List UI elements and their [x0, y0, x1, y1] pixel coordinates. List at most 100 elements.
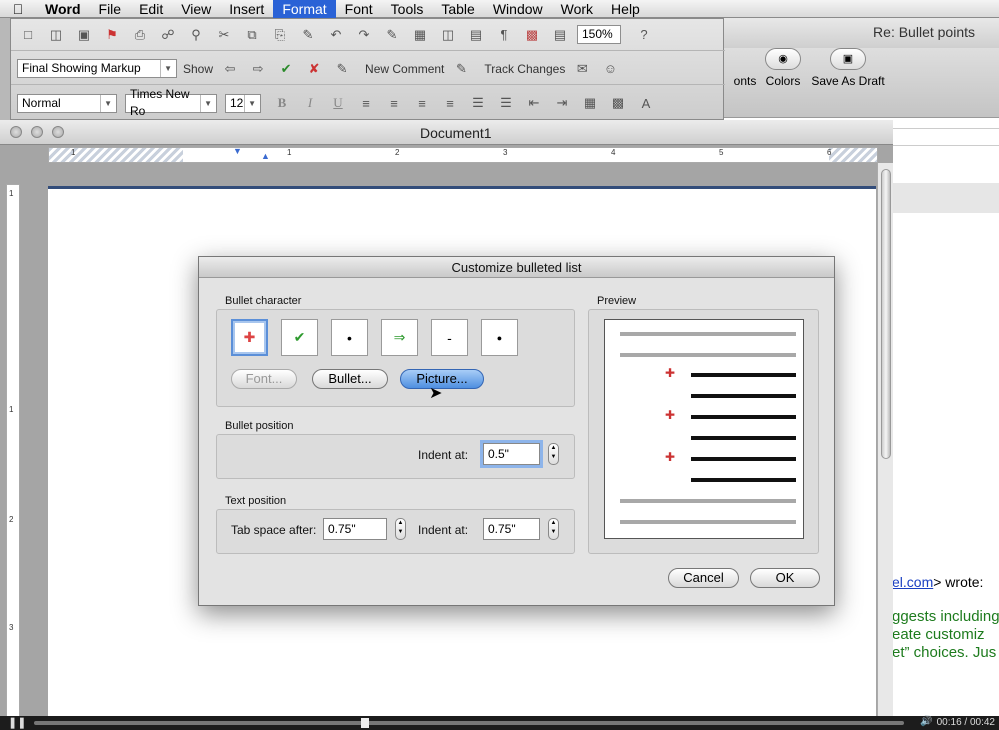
hanging-indent-marker[interactable]: ▲ — [261, 151, 270, 161]
first-line-indent-marker[interactable]: ▼ — [233, 146, 242, 156]
ok-button[interactable]: OK — [750, 568, 820, 588]
preview-bullet-icon: ✚ — [665, 408, 676, 422]
menu-table[interactable]: Table — [432, 0, 483, 18]
highlight-icon[interactable]: ▩ — [607, 93, 629, 113]
apple-menu-icon[interactable]:  — [0, 1, 36, 17]
find-icon[interactable]: ⚲ — [185, 25, 207, 45]
menu-window[interactable]: Window — [484, 0, 552, 18]
save-as-draft-button[interactable]: ▣ Save As Draft — [810, 48, 886, 88]
minimize-window-icon[interactable] — [31, 126, 43, 138]
menu-work[interactable]: Work — [552, 0, 602, 18]
format-painter-icon[interactable]: ✎ — [297, 25, 319, 45]
help-icon[interactable]: ? — [633, 25, 655, 45]
align-center-icon[interactable]: ≡ — [383, 93, 405, 113]
video-progress-knob[interactable] — [360, 718, 369, 728]
menu-insert[interactable]: Insert — [220, 0, 273, 18]
chevron-down-icon: ▼ — [200, 94, 212, 112]
menu-file[interactable]: File — [90, 0, 131, 18]
bulleted-list-icon[interactable]: ☰ — [495, 93, 517, 113]
save-icon[interactable]: ▣ — [73, 25, 95, 45]
track-changes-button[interactable]: Track Changes — [484, 62, 565, 76]
font-color-icon[interactable]: A — [635, 93, 657, 113]
print-icon[interactable]: ⎙ — [129, 25, 151, 45]
colors-button[interactable]: ◉ Colors — [760, 48, 806, 88]
bullet-option[interactable]: - — [431, 319, 468, 356]
decrease-indent-icon[interactable]: ⇤ — [523, 93, 545, 113]
font-name-select[interactable]: Times New Ro ▼ — [125, 87, 217, 118]
horizontal-ruler[interactable]: 1 1 2 3 4 5 6 ▼ ▲ — [48, 146, 878, 163]
tab-space-field[interactable]: 0.75" — [323, 518, 387, 540]
zoom-select[interactable]: 150% — [577, 25, 621, 44]
tab-space-stepper[interactable]: ▲ ▼ — [395, 518, 406, 540]
underline-button[interactable]: U — [327, 93, 349, 113]
video-progress-track[interactable] — [34, 721, 904, 725]
align-right-icon[interactable]: ≡ — [411, 93, 433, 113]
flag-icon[interactable]: ⚑ — [101, 25, 123, 45]
previous-change-icon[interactable]: ⇦ — [219, 59, 241, 79]
undo-icon[interactable]: ↶ — [325, 25, 347, 45]
justify-icon[interactable]: ≡ — [439, 93, 461, 113]
vertical-scrollbar[interactable] — [877, 163, 893, 718]
style-select[interactable]: Normal ▼ — [17, 93, 117, 113]
bullet-option[interactable]: ● — [481, 319, 518, 356]
text-indent-stepper[interactable]: ▲ ▼ — [548, 518, 559, 540]
close-window-icon[interactable] — [10, 126, 22, 138]
menu-tools[interactable]: Tools — [382, 0, 433, 18]
copy-icon[interactable]: ⧉ — [241, 25, 263, 45]
font-button[interactable]: Font... — [231, 369, 297, 389]
send-icon[interactable]: ✉ — [571, 59, 593, 79]
ruler-margin-left — [49, 148, 183, 162]
new-comment-button[interactable]: New Comment — [365, 62, 444, 76]
draw-table-icon[interactable]: ✎ — [381, 25, 403, 45]
paste-icon[interactable]: ⎘ — [269, 25, 291, 45]
menu-view[interactable]: View — [172, 0, 220, 18]
sender-email-link[interactable]: el.com — [892, 574, 933, 590]
insert-table-icon[interactable]: ▦ — [409, 25, 431, 45]
word-toolbars: □ ◫ ▣ ⚑ ⎙ ☍ ⚲ ✂ ⧉ ⎘ ✎ ↶ ↷ ✎ ▦ ◫ ▤ ¶ ▩ ▤ … — [10, 18, 725, 120]
pause-icon[interactable]: ❚❚ — [8, 716, 26, 729]
menu-format[interactable]: Format — [273, 0, 336, 18]
italic-button[interactable]: I — [299, 93, 321, 113]
borders-icon[interactable]: ▦ — [579, 93, 601, 113]
markup-mode-select[interactable]: Final Showing Markup ▼ — [17, 59, 177, 78]
bullet-option[interactable]: • — [331, 319, 368, 356]
bullet-option[interactable]: ✔ — [281, 319, 318, 356]
menu-edit[interactable]: Edit — [130, 0, 172, 18]
zoom-window-icon[interactable] — [52, 126, 64, 138]
print-preview-icon[interactable]: ☍ — [157, 25, 179, 45]
next-change-icon[interactable]: ⇨ — [247, 59, 269, 79]
accept-change-icon[interactable]: ✔ — [275, 59, 297, 79]
menu-font[interactable]: Font — [336, 0, 382, 18]
show-menu[interactable]: Show — [183, 62, 213, 76]
reject-change-icon[interactable]: ✘ — [303, 59, 325, 79]
cut-icon[interactable]: ✂ — [213, 25, 235, 45]
increase-indent-icon[interactable]: ⇥ — [551, 93, 573, 113]
numbered-list-icon[interactable]: ☰ — [467, 93, 489, 113]
bullet-button[interactable]: Bullet... — [312, 369, 388, 389]
menu-app-word[interactable]: Word — [36, 0, 90, 18]
bullet-indent-field[interactable]: 0.5" — [483, 443, 540, 465]
text-indent-field[interactable]: 0.75" — [483, 518, 540, 540]
bullet-glyph: • — [347, 329, 352, 346]
bullet-indent-stepper[interactable]: ▲ ▼ — [548, 443, 559, 465]
show-formatting-icon[interactable]: ¶ — [493, 25, 515, 45]
align-left-icon[interactable]: ≡ — [355, 93, 377, 113]
volume-icon[interactable]: 🔊 — [920, 716, 932, 727]
scrollbar-thumb[interactable] — [881, 169, 891, 459]
colors-icon: ◉ — [765, 48, 801, 70]
cancel-button[interactable]: Cancel — [668, 568, 739, 588]
new-document-icon[interactable]: □ — [17, 25, 39, 45]
media-browser-icon[interactable]: ▤ — [549, 25, 571, 45]
menu-help[interactable]: Help — [602, 0, 649, 18]
chevron-down-icon: ▼ — [244, 94, 256, 112]
redo-icon[interactable]: ↷ — [353, 25, 375, 45]
columns-icon[interactable]: ◫ — [437, 25, 459, 45]
bold-button[interactable]: B — [271, 93, 293, 113]
font-size-select[interactable]: 12 ▼ — [225, 93, 261, 113]
bullet-option[interactable]: ✚ — [231, 319, 268, 356]
reviewer-icon[interactable]: ☺ — [599, 59, 621, 79]
open-icon[interactable]: ◫ — [45, 25, 67, 45]
toolbox-icon[interactable]: ▩ — [521, 25, 543, 45]
bullet-option[interactable]: ⇒ — [381, 319, 418, 356]
document-map-icon[interactable]: ▤ — [465, 25, 487, 45]
